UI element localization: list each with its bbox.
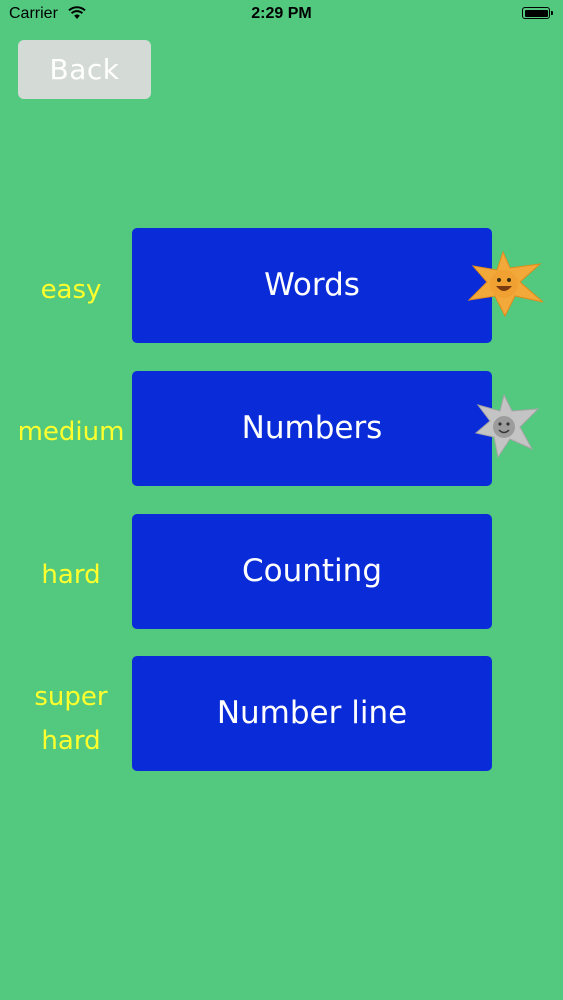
difficulty-label-line1: super bbox=[34, 682, 108, 712]
clock: 2:29 PM bbox=[251, 5, 312, 22]
gold-star-icon bbox=[467, 250, 544, 318]
back-button[interactable]: Back bbox=[18, 40, 151, 99]
words-button[interactable]: Words bbox=[132, 228, 492, 343]
battery-icon bbox=[522, 7, 553, 19]
number-line-button[interactable]: Number line bbox=[132, 656, 492, 771]
difficulty-label-super-hard: super hard bbox=[0, 675, 142, 763]
silver-star-icon bbox=[474, 393, 540, 459]
numbers-button[interactable]: Numbers bbox=[132, 371, 492, 486]
difficulty-label-easy: easy bbox=[40, 275, 102, 305]
difficulty-label-medium: medium bbox=[17, 417, 125, 447]
difficulty-label-line2: hard bbox=[41, 726, 101, 756]
status-bar: Carrier 2:29 PM bbox=[0, 0, 563, 30]
counting-button[interactable]: Counting bbox=[132, 514, 492, 629]
difficulty-label-hard: hard bbox=[41, 560, 101, 590]
